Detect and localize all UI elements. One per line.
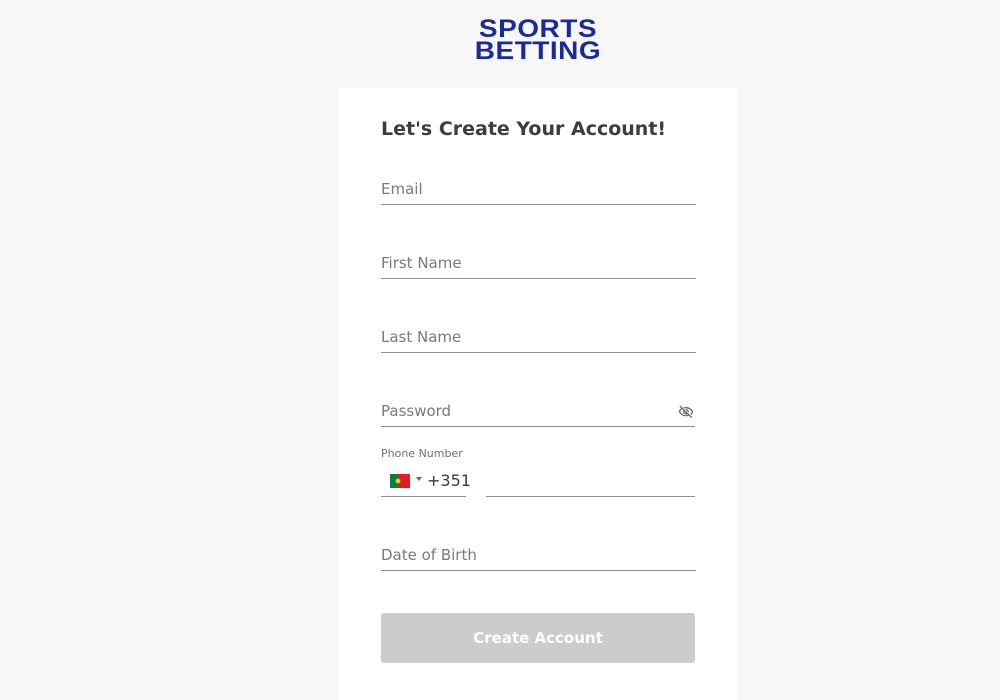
password-field[interactable]: Password	[381, 398, 695, 427]
last-name-field[interactable]: Last Name	[381, 324, 696, 353]
sportsbetting-logo[interactable]: SPORTS BETTING	[467, 16, 609, 65]
email-placeholder: Email	[381, 180, 423, 198]
chevron-down-icon	[416, 477, 422, 481]
last-name-placeholder: Last Name	[381, 328, 462, 346]
dob-placeholder: Date of Birth	[381, 546, 477, 564]
first-name-placeholder: First Name	[381, 254, 462, 272]
dial-code: +351	[427, 471, 471, 490]
date-of-birth-field[interactable]: Date of Birth	[381, 542, 696, 571]
signup-card: Let's Create Your Account! Email First N…	[338, 88, 738, 700]
page-title: Let's Create Your Account!	[381, 118, 667, 140]
email-field[interactable]: Email	[381, 176, 696, 205]
create-account-button[interactable]: Create Account	[381, 613, 695, 663]
eye-off-icon[interactable]	[677, 404, 695, 420]
phone-number-label: Phone Number	[381, 447, 463, 460]
signup-page: SPORTS BETTING Let's Create Your Account…	[0, 0, 1000, 700]
phone-number-input[interactable]	[486, 468, 695, 497]
logo-line-2: BETTING	[474, 36, 602, 65]
portugal-flag-icon	[390, 474, 410, 488]
country-code-select[interactable]: +351	[381, 468, 471, 497]
first-name-field[interactable]: First Name	[381, 250, 696, 279]
password-placeholder: Password	[381, 402, 452, 420]
